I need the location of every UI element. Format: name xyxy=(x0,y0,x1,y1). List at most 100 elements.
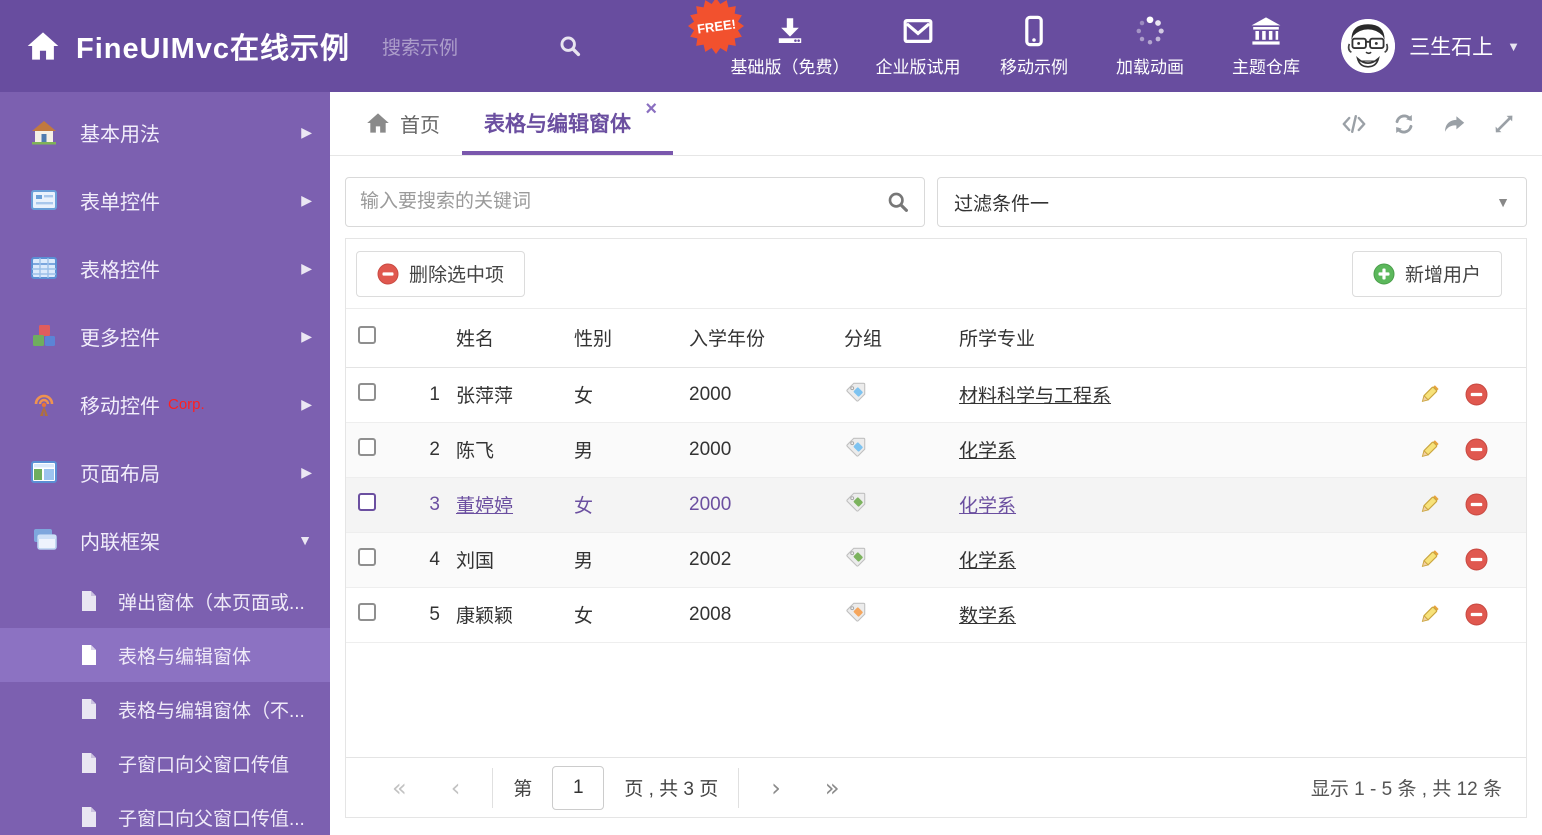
sidebar-item-label: 内联框架 xyxy=(80,531,160,554)
prev-page-button[interactable]: ‹ xyxy=(429,774,483,802)
document-icon xyxy=(82,699,96,719)
sidebar-item-grid-controls[interactable]: 表格控件 ▶ xyxy=(0,234,330,302)
chevron-down-icon: ▼ xyxy=(1507,38,1520,54)
table-row[interactable]: 2 陈飞 男 2000 化学系 xyxy=(346,422,1526,477)
user-menu[interactable]: 三生石上 ▼ xyxy=(1341,0,1520,92)
cell-gender: 女 xyxy=(574,496,594,517)
cell-year: 2000 xyxy=(689,493,732,515)
sidebar-item-mobile-controls[interactable]: 移动控件 Corp. ▶ xyxy=(0,370,330,438)
code-icon[interactable] xyxy=(1342,112,1366,136)
tab-home[interactable]: 首页 xyxy=(344,91,462,155)
add-user-button[interactable]: 新增用户 xyxy=(1351,250,1502,297)
row-checkbox[interactable] xyxy=(358,437,376,456)
cell-gender: 女 xyxy=(574,606,594,627)
sidebar-subitem-child-to-parent-2[interactable]: 子窗口向父窗口传值... xyxy=(0,790,330,835)
nav-theme-repo[interactable]: 主题仓库 xyxy=(1208,15,1324,78)
edit-icon[interactable] xyxy=(1418,603,1441,626)
cell-name: 康颖颖 xyxy=(456,606,514,627)
column-year: 入学年份 xyxy=(689,329,766,351)
header-search-placeholder: 搜索示例 xyxy=(382,37,459,59)
sidebar-subitem-label: 子窗口向父窗口传值 xyxy=(118,754,290,776)
header-search[interactable]: 搜索示例 xyxy=(382,33,582,60)
delete-icon[interactable] xyxy=(1465,493,1488,516)
select-all-checkbox[interactable] xyxy=(358,325,376,344)
sidebar-subitem-grid-edit-window[interactable]: 表格与编辑窗体 xyxy=(0,628,330,682)
row-number: 3 xyxy=(429,493,440,515)
share-icon[interactable] xyxy=(1442,112,1466,136)
row-checkbox[interactable] xyxy=(358,602,376,621)
major-link[interactable]: 数学系 xyxy=(959,606,1016,627)
sidebar-item-form-controls[interactable]: 表单控件 ▶ xyxy=(0,166,330,234)
cubes-icon xyxy=(33,325,55,346)
major-link[interactable]: 材料科学与工程系 xyxy=(959,386,1111,407)
filter-dropdown[interactable]: 过滤条件一 ▼ xyxy=(937,177,1527,227)
row-checkbox[interactable] xyxy=(358,547,376,566)
row-checkbox[interactable] xyxy=(358,492,376,511)
keyword-search-input[interactable] xyxy=(360,191,886,213)
sidebar-subitem-label: 子窗口向父窗口传值... xyxy=(118,808,305,830)
add-user-label: 新增用户 xyxy=(1404,265,1481,286)
row-checkbox[interactable] xyxy=(358,382,376,401)
sidebar-subitem-grid-edit-window-2[interactable]: 表格与编辑窗体（不... xyxy=(0,682,330,736)
filter-dropdown-value: 过滤条件一 xyxy=(954,193,1050,215)
table-row-selected[interactable]: 3 董婷婷 女 2000 化学系 xyxy=(346,477,1526,532)
table-row[interactable]: 4 刘国 男 2002 化学系 xyxy=(346,532,1526,587)
major-link[interactable]: 化学系 xyxy=(959,441,1016,462)
major-link[interactable]: 化学系 xyxy=(959,551,1016,572)
chevron-right-icon: ▶ xyxy=(301,123,312,140)
nav-loading-animation[interactable]: 加载动画 xyxy=(1092,15,1208,78)
cell-year: 2000 xyxy=(689,383,732,405)
delete-selected-label: 删除选中项 xyxy=(409,265,505,286)
page-number-input[interactable] xyxy=(552,765,605,810)
table-row[interactable]: 1 张萍萍 女 2000 材料科学与工程系 xyxy=(346,367,1526,422)
close-icon[interactable]: × xyxy=(645,99,657,119)
sidebar-item-iframe[interactable]: 内联框架 ▼ xyxy=(0,506,330,574)
row-number: 2 xyxy=(429,438,440,460)
app-header: FineUIMvc在线示例 搜索示例 FREE! 基础版（免费） 企业版试用 移… xyxy=(0,0,1542,92)
frames-icon xyxy=(34,529,57,550)
edit-icon[interactable] xyxy=(1418,548,1441,571)
mobile-icon xyxy=(1025,15,1043,46)
chevron-right-icon: ▶ xyxy=(301,259,312,276)
sidebar-item-page-layout[interactable]: 页面布局 ▶ xyxy=(0,438,330,506)
edit-icon[interactable] xyxy=(1418,438,1441,461)
expand-icon[interactable] xyxy=(1492,112,1516,136)
delete-icon[interactable] xyxy=(1465,548,1488,571)
delete-icon[interactable] xyxy=(1465,383,1488,406)
main-area: 首页 表格与编辑窗体 × 过滤条件一 ▼ xyxy=(330,92,1542,835)
chevron-down-icon: ▼ xyxy=(298,532,312,548)
users-table: 姓名 性别 入学年份 分组 所学专业 1 张萍萍 女 2000 材料科学与工程系… xyxy=(346,309,1526,643)
major-link[interactable]: 化学系 xyxy=(959,496,1016,517)
nav-basic-edition[interactable]: 基础版（免费） xyxy=(720,15,860,78)
home-icon[interactable] xyxy=(26,29,60,63)
nav-enterprise-trial[interactable]: 企业版试用 xyxy=(860,15,976,78)
sidebar-subitem-popup-window[interactable]: 弹出窗体（本页面或... xyxy=(0,574,330,628)
chevron-right-icon: ▶ xyxy=(301,395,312,412)
first-page-button[interactable]: « xyxy=(370,774,429,802)
search-icon[interactable] xyxy=(886,190,910,214)
sidebar-item-label: 表单控件 xyxy=(80,191,160,214)
table-row[interactable]: 5 康颖颖 女 2008 数学系 xyxy=(346,587,1526,642)
edit-icon[interactable] xyxy=(1418,493,1441,516)
refresh-icon[interactable] xyxy=(1392,112,1416,136)
tag-icon xyxy=(844,382,868,409)
avatar[interactable] xyxy=(1341,19,1396,73)
table-icon xyxy=(31,257,57,279)
delete-icon[interactable] xyxy=(1465,603,1488,626)
tab-grid-edit-window[interactable]: 表格与编辑窗体 × xyxy=(462,91,673,155)
next-page-button[interactable]: › xyxy=(749,774,803,802)
tag-icon xyxy=(844,547,868,574)
sidebar-item-more-controls[interactable]: 更多控件 ▶ xyxy=(0,302,330,370)
nav-mobile-demo[interactable]: 移动示例 xyxy=(976,15,1092,78)
sidebar-item-basic-usage[interactable]: 基本用法 ▶ xyxy=(0,98,330,166)
search-icon[interactable] xyxy=(558,34,582,58)
cell-gender: 男 xyxy=(574,551,594,572)
header-nav: 基础版（免费） 企业版试用 移动示例 加载动画 主题仓库 xyxy=(720,0,1324,92)
sidebar-subitem-child-to-parent[interactable]: 子窗口向父窗口传值 xyxy=(0,736,330,790)
last-page-button[interactable]: » xyxy=(803,774,862,802)
edit-icon[interactable] xyxy=(1418,383,1441,406)
delete-icon[interactable] xyxy=(1465,438,1488,461)
delete-selected-button[interactable]: 删除选中项 xyxy=(356,250,526,297)
row-number: 4 xyxy=(429,548,440,570)
grid-panel: 删除选中项 新增用户 姓名 性别 入学年份 分组 所学专业 1 张萍萍 女 20… xyxy=(345,238,1527,818)
